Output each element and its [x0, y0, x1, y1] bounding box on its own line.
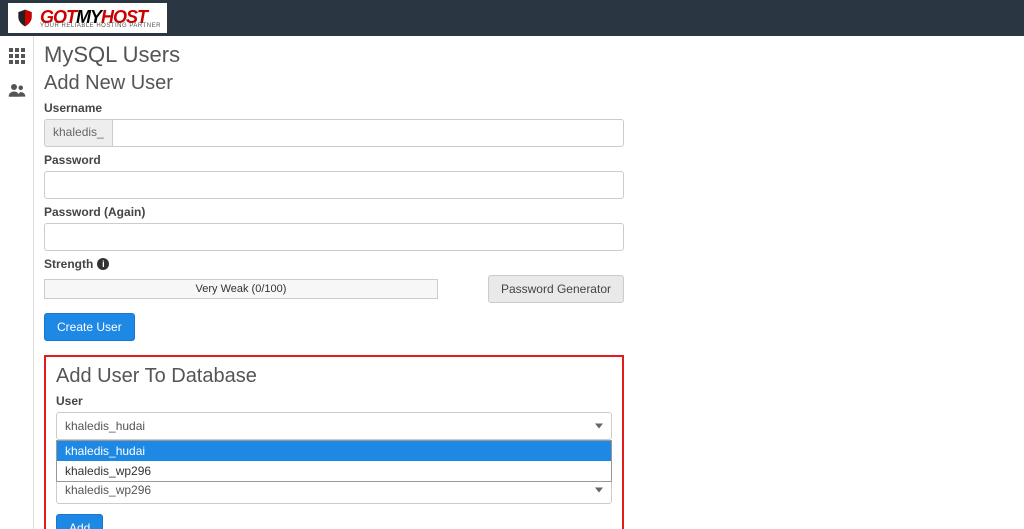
main-content: MySQL Users Add New User Username khaled…: [34, 36, 1024, 529]
left-sidebar: [0, 36, 34, 529]
password-again-label: Password (Again): [44, 205, 624, 219]
add-button[interactable]: Add: [56, 514, 103, 529]
user-select-dropdown: khaledis_hudai khaledis_wp296: [56, 440, 612, 482]
username-input[interactable]: [112, 119, 624, 147]
add-user-to-db-section: Add User To Database User khaledis_hudai…: [44, 355, 624, 529]
page-title: MySQL Users: [44, 42, 1014, 68]
info-icon[interactable]: i: [97, 258, 109, 270]
username-label: Username: [44, 101, 624, 115]
password-again-input[interactable]: [44, 223, 624, 251]
brand-logo: GOTMYHOST YOUR RELIABLE HOSTING PARTNER: [8, 3, 167, 33]
username-prefix: khaledis_: [44, 119, 112, 147]
database-select-value: khaledis_wp296: [65, 483, 151, 497]
top-navbar: GOTMYHOST YOUR RELIABLE HOSTING PARTNER: [0, 0, 1024, 36]
create-user-button[interactable]: Create User: [44, 313, 135, 341]
user-select-label: User: [56, 394, 612, 408]
user-select[interactable]: khaledis_hudai: [56, 412, 612, 440]
password-input[interactable]: [44, 171, 624, 199]
strength-label: Strength i: [44, 257, 624, 271]
add-user-heading: Add New User: [44, 72, 1014, 95]
user-option-1[interactable]: khaledis_wp296: [57, 461, 611, 481]
grid-icon[interactable]: [7, 46, 27, 66]
add-to-db-heading: Add User To Database: [56, 365, 612, 388]
users-icon[interactable]: [7, 80, 27, 100]
user-select-value: khaledis_hudai: [65, 419, 145, 433]
shield-icon: [14, 6, 36, 30]
password-generator-button[interactable]: Password Generator: [488, 275, 624, 303]
user-option-0[interactable]: khaledis_hudai: [57, 441, 611, 461]
password-label: Password: [44, 153, 624, 167]
strength-meter: Very Weak (0/100): [44, 279, 438, 299]
strength-label-text: Strength: [44, 257, 93, 271]
brand-tagline: YOUR RELIABLE HOSTING PARTNER: [40, 23, 161, 29]
